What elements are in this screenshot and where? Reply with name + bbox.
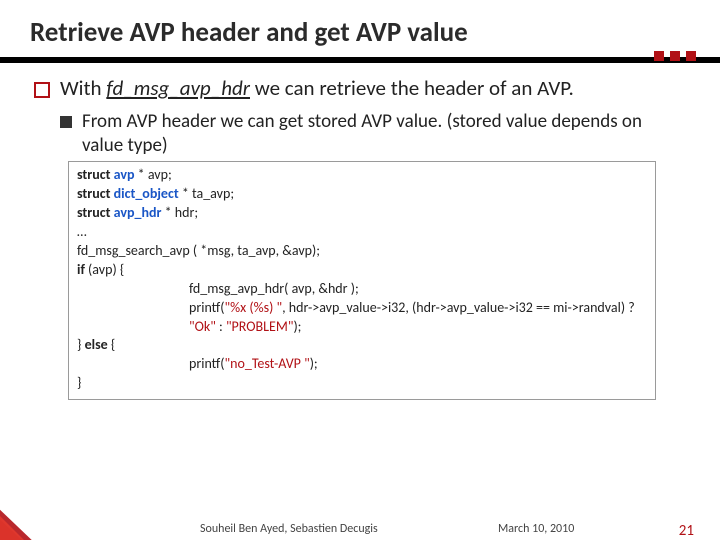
bullet-marker-hollow	[34, 82, 50, 98]
code-block: struct avp * avp; struct dict_object * t…	[68, 161, 656, 400]
slide-title: Retrieve AVP header and get AVP value	[0, 0, 720, 55]
bullet-level-1: With fd_msg_avp_hdr we can retrieve the …	[34, 75, 686, 102]
slide-body: With fd_msg_avp_hdr we can retrieve the …	[0, 75, 720, 400]
text: we can retrieve the header of an AVP.	[250, 75, 574, 101]
title-rule	[0, 55, 720, 65]
page-number: 21	[679, 522, 694, 540]
slide: Retrieve AVP header and get AVP value Wi…	[0, 0, 720, 540]
corner-decoration-icon	[0, 496, 54, 540]
footer-date: March 10, 2010	[498, 522, 574, 536]
bullet-level-2: From AVP header we can get stored AVP va…	[60, 110, 686, 158]
footer-author: Souheil Ben Ayed, Sebastien Decugis	[200, 522, 378, 536]
text: From AVP header we can get stored AVP va…	[82, 110, 686, 158]
text: With	[60, 75, 106, 101]
code-identifier: fd_msg_avp_hdr	[106, 75, 250, 101]
bullet-marker-solid	[60, 116, 72, 128]
